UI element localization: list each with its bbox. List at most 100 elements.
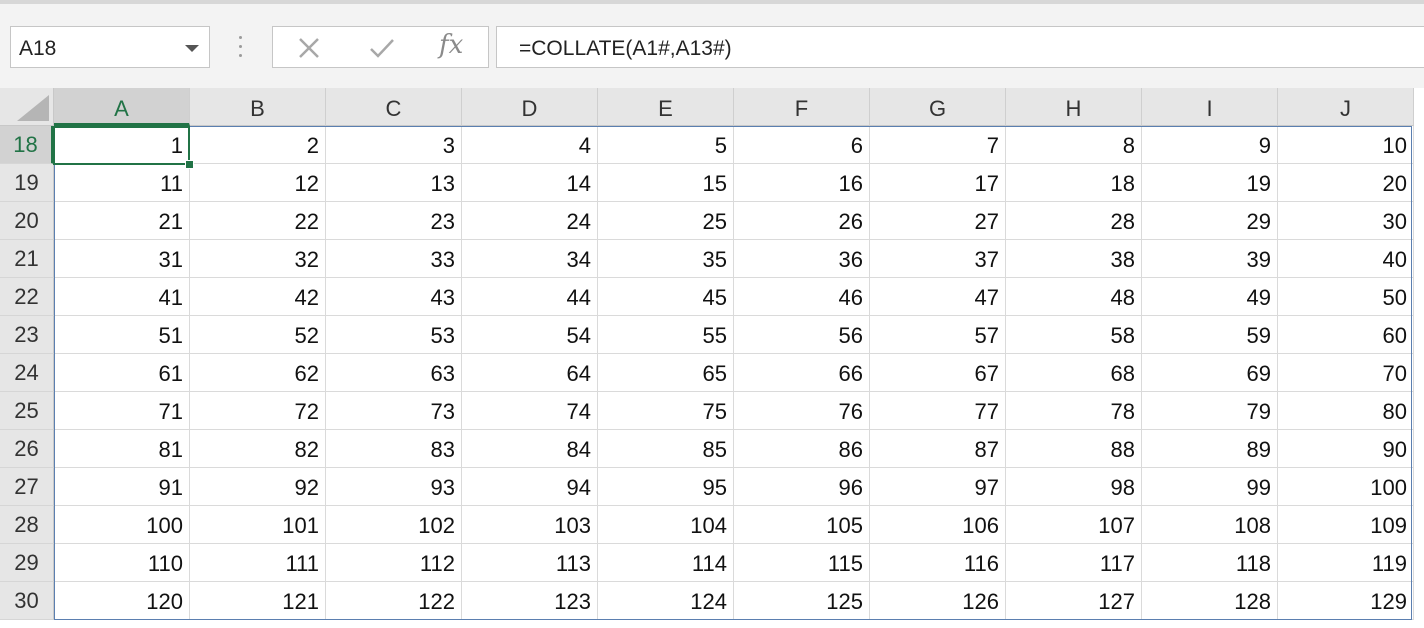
cell-i27[interactable]: 99 <box>1142 468 1278 506</box>
cell-i26[interactable]: 89 <box>1142 430 1278 468</box>
row-header-18[interactable]: 18 <box>0 126 54 164</box>
cell-c20[interactable]: 23 <box>326 202 462 240</box>
cell-f18[interactable]: 6 <box>734 126 870 164</box>
cell-g21[interactable]: 37 <box>870 240 1006 278</box>
cell-g29[interactable]: 116 <box>870 544 1006 582</box>
cell-i18[interactable]: 9 <box>1142 126 1278 164</box>
cell-h28[interactable]: 107 <box>1006 506 1142 544</box>
cell-a18[interactable]: 1 <box>54 126 190 164</box>
column-header-e[interactable]: E <box>598 88 734 126</box>
cell-i19[interactable]: 19 <box>1142 164 1278 202</box>
cell-e24[interactable]: 65 <box>598 354 734 392</box>
cell-f22[interactable]: 46 <box>734 278 870 316</box>
cell-j29[interactable]: 119 <box>1278 544 1414 582</box>
cell-f21[interactable]: 36 <box>734 240 870 278</box>
cell-e30[interactable]: 124 <box>598 582 734 620</box>
fill-handle[interactable] <box>185 160 194 169</box>
cell-d27[interactable]: 94 <box>462 468 598 506</box>
cell-e23[interactable]: 55 <box>598 316 734 354</box>
cell-a22[interactable]: 41 <box>54 278 190 316</box>
cell-i29[interactable]: 118 <box>1142 544 1278 582</box>
cell-e22[interactable]: 45 <box>598 278 734 316</box>
cell-i24[interactable]: 69 <box>1142 354 1278 392</box>
cell-h26[interactable]: 88 <box>1006 430 1142 468</box>
check-icon[interactable] <box>367 34 397 62</box>
column-header-h[interactable]: H <box>1006 88 1142 126</box>
formula-input[interactable]: =COLLATE(A1#,A13#) <box>496 26 1424 68</box>
column-header-f[interactable]: F <box>734 88 870 126</box>
cell-f25[interactable]: 76 <box>734 392 870 430</box>
cell-h23[interactable]: 58 <box>1006 316 1142 354</box>
cell-b28[interactable]: 101 <box>190 506 326 544</box>
row-header-27[interactable]: 27 <box>0 468 54 506</box>
cell-j27[interactable]: 100 <box>1278 468 1414 506</box>
cell-f26[interactable]: 86 <box>734 430 870 468</box>
column-header-c[interactable]: C <box>326 88 462 126</box>
cell-c19[interactable]: 13 <box>326 164 462 202</box>
cell-e28[interactable]: 104 <box>598 506 734 544</box>
cell-c25[interactable]: 73 <box>326 392 462 430</box>
cell-i23[interactable]: 59 <box>1142 316 1278 354</box>
cell-a29[interactable]: 110 <box>54 544 190 582</box>
column-header-j[interactable]: J <box>1278 88 1414 126</box>
row-header-25[interactable]: 25 <box>0 392 54 430</box>
cell-j28[interactable]: 109 <box>1278 506 1414 544</box>
cell-c27[interactable]: 93 <box>326 468 462 506</box>
cell-j23[interactable]: 60 <box>1278 316 1414 354</box>
cell-i21[interactable]: 39 <box>1142 240 1278 278</box>
cell-e21[interactable]: 35 <box>598 240 734 278</box>
cell-d23[interactable]: 54 <box>462 316 598 354</box>
cell-c22[interactable]: 43 <box>326 278 462 316</box>
formula-bar-grip-icon[interactable] <box>239 36 243 62</box>
cell-a26[interactable]: 81 <box>54 430 190 468</box>
cell-f27[interactable]: 96 <box>734 468 870 506</box>
row-header-26[interactable]: 26 <box>0 430 54 468</box>
cell-b25[interactable]: 72 <box>190 392 326 430</box>
cell-g24[interactable]: 67 <box>870 354 1006 392</box>
cell-h30[interactable]: 127 <box>1006 582 1142 620</box>
row-header-30[interactable]: 30 <box>0 582 54 620</box>
cell-b21[interactable]: 32 <box>190 240 326 278</box>
cell-g27[interactable]: 97 <box>870 468 1006 506</box>
cell-i30[interactable]: 128 <box>1142 582 1278 620</box>
cell-b26[interactable]: 82 <box>190 430 326 468</box>
column-header-b[interactable]: B <box>190 88 326 126</box>
row-header-28[interactable]: 28 <box>0 506 54 544</box>
cell-b20[interactable]: 22 <box>190 202 326 240</box>
cell-i22[interactable]: 49 <box>1142 278 1278 316</box>
cell-j18[interactable]: 10 <box>1278 126 1414 164</box>
row-header-22[interactable]: 22 <box>0 278 54 316</box>
cell-f24[interactable]: 66 <box>734 354 870 392</box>
cell-d22[interactable]: 44 <box>462 278 598 316</box>
cell-h25[interactable]: 78 <box>1006 392 1142 430</box>
cell-d30[interactable]: 123 <box>462 582 598 620</box>
cell-a19[interactable]: 11 <box>54 164 190 202</box>
cell-e27[interactable]: 95 <box>598 468 734 506</box>
cell-j19[interactable]: 20 <box>1278 164 1414 202</box>
row-header-20[interactable]: 20 <box>0 202 54 240</box>
cell-i25[interactable]: 79 <box>1142 392 1278 430</box>
cell-g22[interactable]: 47 <box>870 278 1006 316</box>
cell-g19[interactable]: 17 <box>870 164 1006 202</box>
cell-a23[interactable]: 51 <box>54 316 190 354</box>
cell-a21[interactable]: 31 <box>54 240 190 278</box>
row-header-29[interactable]: 29 <box>0 544 54 582</box>
cell-j20[interactable]: 30 <box>1278 202 1414 240</box>
cell-h29[interactable]: 117 <box>1006 544 1142 582</box>
cell-f29[interactable]: 115 <box>734 544 870 582</box>
cell-c26[interactable]: 83 <box>326 430 462 468</box>
cell-h21[interactable]: 38 <box>1006 240 1142 278</box>
cell-j30[interactable]: 129 <box>1278 582 1414 620</box>
cell-h20[interactable]: 28 <box>1006 202 1142 240</box>
cell-f23[interactable]: 56 <box>734 316 870 354</box>
cell-g25[interactable]: 77 <box>870 392 1006 430</box>
cell-b30[interactable]: 121 <box>190 582 326 620</box>
column-header-d[interactable]: D <box>462 88 598 126</box>
cell-e19[interactable]: 15 <box>598 164 734 202</box>
cell-i20[interactable]: 29 <box>1142 202 1278 240</box>
cell-f30[interactable]: 125 <box>734 582 870 620</box>
cell-g26[interactable]: 87 <box>870 430 1006 468</box>
row-header-23[interactable]: 23 <box>0 316 54 354</box>
cell-j25[interactable]: 80 <box>1278 392 1414 430</box>
cell-a30[interactable]: 120 <box>54 582 190 620</box>
